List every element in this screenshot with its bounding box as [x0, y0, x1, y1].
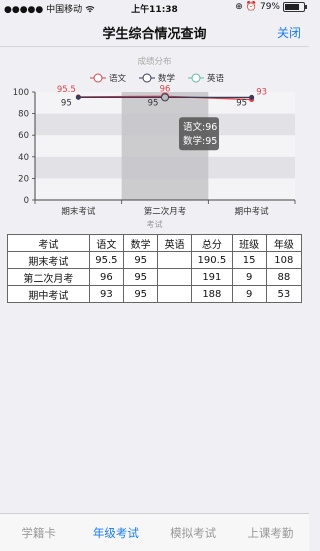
table-row: 期中考试 93 95 188 9 53	[7, 285, 303, 303]
table-header-cell: 总分	[191, 234, 233, 252]
legend-marker-2	[191, 73, 201, 83]
table-header-cell: 年级	[265, 234, 303, 252]
table-cell: 190.5	[191, 251, 233, 269]
nav-bar: 学生综合情况查询 关闭	[0, 16, 309, 47]
series-point-1	[249, 94, 255, 100]
score-table: 考试 语文 数学 英语 总分 班级 年级 期末考试 95.5 95 190.5 15 108 第二次月考…	[7, 234, 303, 303]
table-cell	[157, 268, 193, 286]
battery-percent: 79%	[259, 2, 280, 12]
data-label-math: 95	[61, 98, 72, 108]
table-header-cell: 班级	[231, 234, 267, 252]
series-point-1	[75, 94, 81, 100]
tab-2[interactable]: 模拟考试	[155, 525, 232, 541]
chart-title: 成绩分布	[137, 56, 171, 67]
table-cell: 期末考试	[7, 251, 90, 269]
battery-icon	[283, 2, 307, 12]
table-cell: 93	[88, 285, 125, 303]
legend-marker-0	[93, 73, 103, 83]
tab-3[interactable]: 上课考勤	[232, 525, 309, 541]
data-label-chinese: 96	[160, 84, 171, 94]
close-button[interactable]: 关闭	[277, 24, 301, 41]
chart-svg: 成绩分布语文 数学 英语 0 20 40 60 80 100 期末考试 第二次月考 期中考试考试 95.…	[13, 56, 296, 229]
x-tick-label: 期末考试	[61, 206, 96, 217]
y-tick-label: 40	[18, 153, 29, 163]
table-header-cell: 语文	[88, 234, 125, 252]
lock-rotation-icon: ⊕	[235, 2, 243, 12]
table-cell: 96	[88, 268, 125, 286]
x-tick-label: 期中考试	[235, 206, 270, 217]
y-tick-label: 20	[18, 174, 29, 184]
data-label-math: 95	[148, 98, 159, 108]
tooltip-line: 语文:96	[183, 121, 217, 133]
table-cell: 88	[265, 268, 303, 286]
legend-label-0: 语文	[109, 73, 127, 84]
table-cell	[157, 285, 193, 303]
table-cell: 期中考试	[7, 285, 90, 303]
table-cell: 15	[231, 251, 267, 269]
table-cell	[157, 251, 193, 269]
table-cell: 188	[191, 285, 233, 303]
legend-label-2: 英语	[207, 73, 225, 84]
table-cell: 53	[265, 285, 303, 303]
table-cell: 95	[123, 251, 159, 269]
x-axis-label: 考试	[147, 219, 163, 229]
tooltip-line: 数学:95	[183, 135, 217, 147]
table-cell: 191	[191, 268, 233, 286]
status-bar: ●●●●● 中国移动 上午11:38 ⊕ ⏰ 79%	[0, 0, 309, 16]
y-tick-label: 80	[18, 110, 29, 120]
table-header-row: 考试 语文 数学 英语 总分 班级 年级	[7, 234, 303, 252]
alarm-icon: ⏰	[245, 2, 257, 12]
tab-0[interactable]: 学籍卡	[0, 525, 77, 541]
table-cell: 9	[231, 268, 267, 286]
y-tick-label: 0	[24, 196, 29, 206]
page-title: 学生综合情况查询	[102, 27, 207, 42]
score-table-wrap: 考试 语文 数学 英语 总分 班级 年级 期末考试 95.5 95 190.5 15 108 第二次月考…	[7, 234, 303, 303]
legend-label-1: 数学	[158, 73, 176, 84]
data-label-math: 95	[236, 98, 247, 108]
table-cell: 95	[123, 268, 159, 286]
table-header-cell: 英语	[157, 234, 193, 252]
table-header-cell: 数学	[123, 234, 159, 252]
table-cell: 95.5	[88, 251, 125, 269]
score-chart: 成绩分布 语文 数学 英语 0 20 40 60 80 100 期末考试 第二次月考 期中考试考试 95.…	[0, 50, 309, 232]
tab-bar: 学籍卡 年级考试 模拟考试 上课考勤	[0, 513, 309, 551]
series-point-1	[161, 93, 169, 102]
x-tick-label: 第二次月考	[144, 206, 187, 217]
table-cell: 第二次月考	[7, 268, 90, 286]
data-label-chinese: 95.5	[57, 85, 76, 95]
table-cell: 108	[265, 251, 303, 269]
table-row: 第二次月考 96 95 191 9 88	[7, 268, 303, 286]
status-right: ⊕ ⏰ 79%	[235, 2, 307, 12]
table-row: 期末考试 95.5 95 190.5 15 108	[7, 251, 303, 269]
y-tick-label: 60	[18, 131, 29, 141]
table-cell: 9	[231, 285, 267, 303]
legend-marker-1	[142, 73, 152, 83]
table-cell: 95	[123, 285, 159, 303]
y-tick-label: 100	[13, 88, 29, 98]
table-header-cell: 考试	[7, 234, 90, 252]
data-label-chinese: 93	[256, 88, 267, 98]
tab-1[interactable]: 年级考试	[77, 525, 154, 541]
